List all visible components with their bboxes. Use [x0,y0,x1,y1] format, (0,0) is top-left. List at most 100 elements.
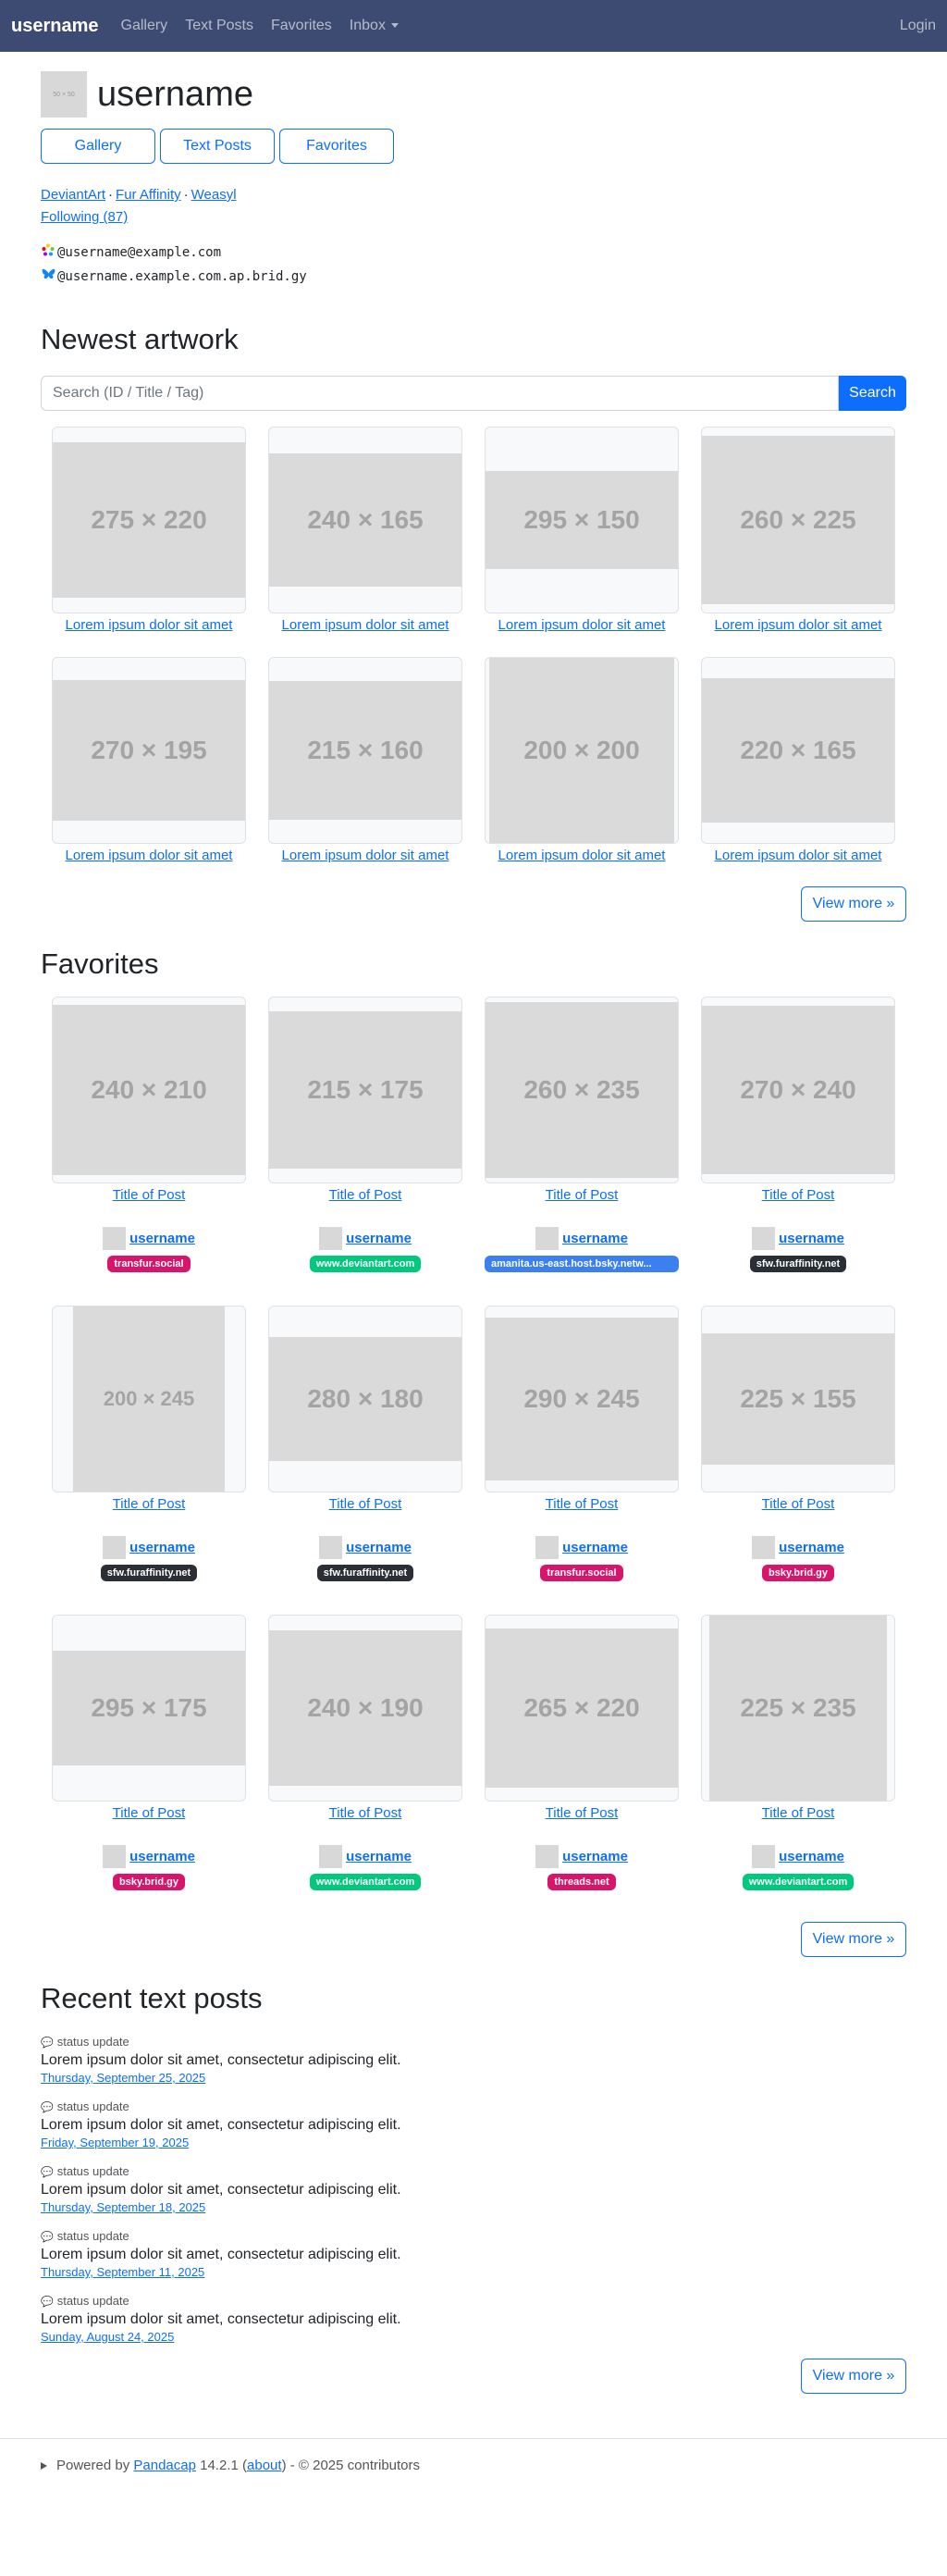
recent-text-posts-heading: Recent text posts [41,1982,263,2014]
artwork-thumbnail[interactable]: 270 × 195 [52,657,246,844]
favorite-title-link[interactable]: Title of Post [113,1805,186,1821]
weasyl-link[interactable]: Weasyl [191,187,237,203]
artwork-title-link[interactable]: Lorem ipsum dolor sit amet [66,848,233,863]
artwork-thumbnail[interactable]: 240 × 165 [268,427,462,613]
artwork-thumbnail[interactable]: 200 × 200 [485,657,679,844]
favorite-title-link[interactable]: Title of Post [762,1187,835,1203]
host-badge: sfw.furaffinity.net [749,1256,847,1272]
artwork-title-link[interactable]: Lorem ipsum dolor sit amet [282,617,449,633]
favorites-button[interactable]: Favorites [279,129,394,164]
favorite-title-link[interactable]: Title of Post [546,1496,619,1512]
author-link[interactable]: username [562,1231,628,1246]
artwork-thumbnail[interactable]: 215 × 160 [268,657,462,844]
search-input[interactable]: Search (ID / Title / Tag) [41,376,839,411]
author-link[interactable]: username [129,1231,195,1246]
favorite-title-link[interactable]: Title of Post [113,1187,186,1203]
favorite-thumbnail[interactable]: 225 × 235 [701,1615,895,1802]
favorite-title-link[interactable]: Title of Post [762,1805,835,1821]
text-post: 💬 status update Lorem ipsum dolor sit amet… [41,2229,906,2279]
favorite-thumbnail[interactable]: 290 × 245 [485,1306,679,1492]
artwork-thumbnail[interactable]: 260 × 225 [701,427,895,613]
text-post: 💬 status update Lorem ipsum dolor sit amet… [41,2099,906,2149]
favorite-card: 290 × 245 Title of Post username transfur.s… [474,1306,690,1581]
avatar [319,1227,343,1250]
text-posts-button[interactable]: Text Posts [160,129,275,164]
furaffinity-link[interactable]: Fur Affinity [116,187,181,203]
author-link[interactable]: username [779,1231,844,1246]
favorite-title-link[interactable]: Title of Post [113,1496,186,1512]
artwork-title-link[interactable]: Lorem ipsum dolor sit amet [282,848,449,863]
author-link[interactable]: username [346,1849,412,1864]
author-link[interactable]: username [779,1540,844,1555]
author-link[interactable]: username [562,1849,628,1864]
nav-favorites-link[interactable]: Favorites [271,18,332,34]
author-link[interactable]: username [779,1849,844,1864]
author-link[interactable]: username [346,1540,412,1555]
post-date-link[interactable]: Thursday, September 18, 2025 [41,2200,906,2214]
favorite-card: 270 × 240 Title of Post username sfw.furaff… [690,997,906,1272]
favorite-thumbnail[interactable]: 225 × 155 [701,1306,895,1492]
artwork-title-link[interactable]: Lorem ipsum dolor sit amet [498,848,666,863]
favorites-view-more-button[interactable]: View more » [801,1922,906,1957]
favorite-title-link[interactable]: Title of Post [329,1187,402,1203]
favorite-thumbnail[interactable]: 200 × 245 [52,1306,246,1492]
favorite-title-link[interactable]: Title of Post [329,1496,402,1512]
author-link[interactable]: username [562,1540,628,1555]
disclosure-triangle-icon[interactable] [41,2462,47,2471]
post-date-link[interactable]: Thursday, September 25, 2025 [41,2071,906,2085]
favorite-thumbnail[interactable]: 280 × 180 [268,1306,462,1492]
following-link[interactable]: Following (87) [41,209,128,225]
post-body: Lorem ipsum dolor sit amet, consectetur … [41,2247,401,2262]
favorite-title-link[interactable]: Title of Post [546,1187,619,1203]
favorite-title-link[interactable]: Title of Post [762,1496,835,1512]
favorite-thumbnail[interactable]: 215 × 175 [268,997,462,1183]
favorite-thumbnail[interactable]: 295 × 175 [52,1615,246,1802]
author-link[interactable]: username [129,1849,195,1864]
placeholder-image: 200 × 200 [489,658,674,843]
host-badge: www.deviantart.com [309,1874,422,1890]
speech-bubble-icon: 💬 [41,2102,54,2113]
favorite-title-link[interactable]: Title of Post [329,1805,402,1821]
artwork-title-link[interactable]: Lorem ipsum dolor sit amet [715,617,882,633]
artwork-thumbnail[interactable]: 295 × 150 [485,427,679,613]
favorite-thumbnail[interactable]: 270 × 240 [701,997,895,1183]
placeholder-image: 200 × 245 [73,1307,225,1492]
post-date-link[interactable]: Friday, September 19, 2025 [41,2136,906,2149]
post-date-link[interactable]: Sunday, August 24, 2025 [41,2330,906,2344]
artwork-title-link[interactable]: Lorem ipsum dolor sit amet [66,617,233,633]
gallery-button[interactable]: Gallery [41,129,155,164]
artwork-thumbnail[interactable]: 275 × 220 [52,427,246,613]
newest-artwork-heading: Newest artwork [41,323,239,355]
avatar [535,1227,560,1250]
footer-version: 14.2.1 [200,2458,239,2473]
brand-link[interactable]: username [11,16,99,37]
placeholder-image: 215 × 175 [269,1011,461,1169]
search-button[interactable]: Search [839,376,906,411]
artwork-view-more-button[interactable]: View more » [801,886,906,922]
deviantart-link[interactable]: DeviantArt [41,187,105,203]
nav-inbox-dropdown[interactable]: Inbox [350,18,399,34]
author-link[interactable]: username [346,1231,412,1246]
search-form: Search (ID / Title / Tag) Search [41,376,906,411]
favorite-author: username [103,1227,195,1250]
artwork-title-link[interactable]: Lorem ipsum dolor sit amet [715,848,882,863]
favorite-thumbnail[interactable]: 265 × 220 [485,1615,679,1802]
nav-text-posts-link[interactable]: Text Posts [185,18,253,34]
text-post: 💬 status update Lorem ipsum dolor sit amet… [41,2035,906,2085]
fediverse-handle-text: @username@example.com [57,245,222,260]
artwork-thumbnail[interactable]: 220 × 165 [701,657,895,844]
favorite-thumbnail[interactable]: 240 × 190 [268,1615,462,1802]
favorite-thumbnail[interactable]: 240 × 210 [52,997,246,1183]
about-link[interactable]: about [247,2458,282,2473]
author-link[interactable]: username [129,1540,195,1555]
avatar [535,1536,560,1559]
login-link[interactable]: Login [900,18,936,34]
post-date-link[interactable]: Thursday, September 11, 2025 [41,2265,906,2279]
favorite-thumbnail[interactable]: 260 × 235 [485,997,679,1183]
artwork-card: 200 × 200 Lorem ipsum dolor sit amet [474,657,690,863]
pandacap-link[interactable]: Pandacap [133,2458,196,2473]
text-posts-view-more-button[interactable]: View more » [801,2359,906,2394]
nav-gallery-link[interactable]: Gallery [121,18,168,34]
favorite-title-link[interactable]: Title of Post [546,1805,619,1821]
artwork-title-link[interactable]: Lorem ipsum dolor sit amet [498,617,666,633]
